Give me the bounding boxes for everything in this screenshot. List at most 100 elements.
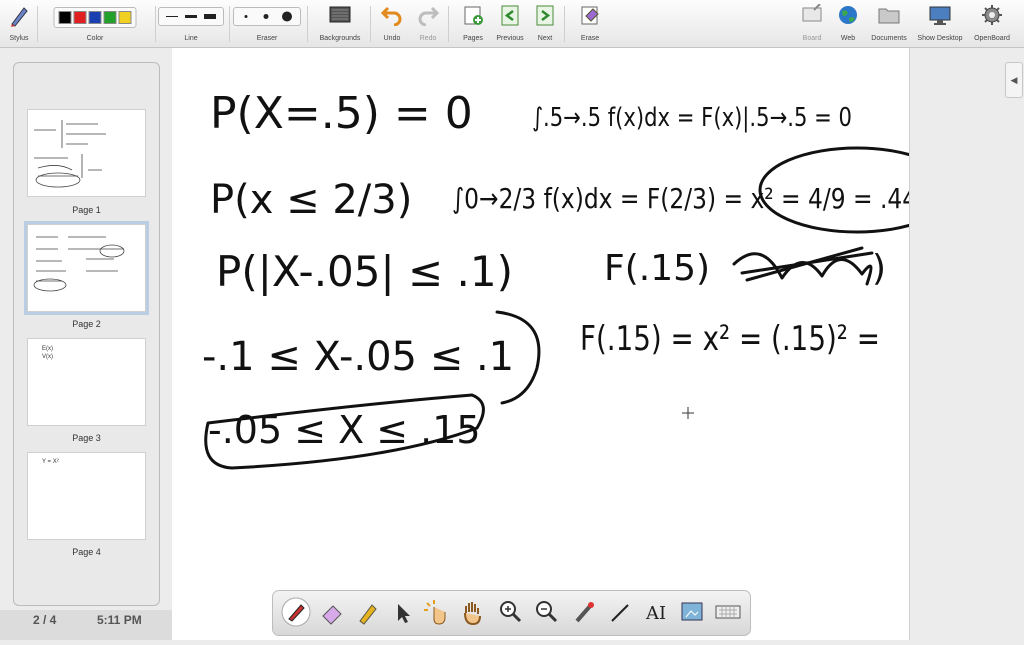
next-label: Next: [537, 35, 553, 42]
toolbar-divider: [155, 6, 156, 42]
clock-time: 5:11 PM: [97, 613, 142, 627]
eraser-label: Eraser: [256, 35, 278, 42]
color-label: Color: [86, 35, 104, 42]
page-3-label: Page 3: [72, 433, 101, 443]
status-bar: 2 / 4 5:11 PM: [0, 610, 172, 640]
whiteboard-canvas[interactable]: P(X=.5) = 0 ∫.5→.5 f(x)dx = F(x)|.5→.5 =…: [172, 48, 956, 640]
previous-page-icon: [501, 5, 519, 26]
desktop-monitor-icon: [929, 6, 951, 25]
toolbar-divider: [564, 6, 565, 42]
redo-button[interactable]: Redo: [412, 0, 444, 47]
line4-left-math: -.1 ≤ X-.05 ≤ .1: [202, 334, 514, 380]
eraser-tool-button[interactable]: [317, 597, 347, 627]
show-desktop-button[interactable]: Show Desktop: [913, 0, 967, 47]
line-width-options[interactable]: [158, 7, 224, 26]
color-swatch-red[interactable]: [73, 11, 87, 24]
redo-icon: [418, 6, 440, 26]
board-mode-button[interactable]: Board: [796, 0, 828, 47]
expand-right-panel-button[interactable]: ◀: [1005, 62, 1023, 98]
eraser-size-picker[interactable]: Eraser: [232, 0, 302, 47]
text-tool-button[interactable]: AI: [641, 597, 671, 627]
page-3-line-1: E(x): [42, 346, 53, 352]
selector-tool-button[interactable]: [387, 597, 417, 627]
line-width-icons: [166, 14, 216, 19]
interact-tool-button[interactable]: [421, 597, 451, 627]
board-icon: [802, 4, 822, 22]
next-page-button[interactable]: Next: [530, 0, 560, 47]
zoom-in-icon: [500, 601, 522, 623]
zoom-out-icon: [536, 601, 558, 623]
previous-page-button[interactable]: Previous: [492, 0, 528, 47]
pen-icon: [281, 597, 311, 627]
page-thumbnail-4[interactable]: Y = X²: [27, 452, 146, 540]
undo-icon: [380, 6, 402, 26]
color-swatch-black[interactable]: [58, 11, 72, 24]
highlighter-tool-button[interactable]: [353, 597, 383, 627]
selector-icon: [398, 604, 410, 623]
line-tool-button[interactable]: [605, 597, 635, 627]
previous-label: Previous: [496, 35, 524, 42]
page-1-preview: [34, 120, 106, 188]
undo-button[interactable]: Undo: [376, 0, 408, 47]
page-2-label: Page 2: [72, 319, 101, 329]
hand-icon: [464, 602, 481, 626]
stylus-button[interactable]: Stylus: [2, 0, 36, 47]
line5-left-math: -.05 ≤ X ≤ .15: [208, 408, 481, 452]
toolbar-divider: [307, 6, 308, 42]
erase-icon: [581, 6, 599, 25]
erase-label: Erase: [580, 35, 600, 42]
page-thumbnail-3[interactable]: E(x) V(x): [27, 338, 146, 426]
interact-icon: [424, 600, 446, 625]
color-swatch-green[interactable]: [103, 11, 117, 24]
stylus-label: Stylus: [9, 35, 29, 42]
color-swatch-blue[interactable]: [88, 11, 102, 24]
line3-left-math: P(|X-.05| ≤ .1): [216, 247, 513, 296]
eraser-icon: [322, 605, 342, 625]
line4-right-math: F(.15) = x² = (.15)² =: [580, 319, 880, 359]
line3-right-math: F(.15): [604, 248, 710, 289]
main-toolbar: Stylus Color Line Eraser Backgrounds Und…: [0, 0, 1024, 48]
add-page-icon: [464, 6, 483, 25]
scribbled-out-ink: ): [732, 246, 886, 289]
color-picker[interactable]: Color: [40, 0, 150, 47]
eraser-size-options[interactable]: [233, 7, 301, 26]
color-swatch-yellow[interactable]: [118, 11, 132, 24]
color-palette[interactable]: [53, 7, 137, 28]
backgrounds-label: Backgrounds: [319, 35, 361, 42]
pages-button[interactable]: Pages: [456, 0, 490, 47]
line-width-picker[interactable]: Line: [158, 0, 224, 47]
toolbar-divider: [448, 6, 449, 42]
capture-tool-button[interactable]: [677, 597, 707, 627]
backgrounds-button[interactable]: Backgrounds: [312, 0, 368, 47]
page-thumbnail-1[interactable]: [27, 109, 146, 197]
laser-icon: [575, 602, 594, 623]
page-4-label: Page 4: [72, 547, 101, 557]
zoom-in-button[interactable]: [495, 597, 525, 627]
openboard-menu-button[interactable]: OpenBoard: [968, 0, 1016, 47]
highlighter-icon: [359, 604, 377, 625]
handwritten-notes: P(X=.5) = 0 ∫.5→.5 f(x)dx = F(x)|.5→.5 =…: [202, 88, 956, 470]
zoom-out-button[interactable]: [531, 597, 561, 627]
documents-button[interactable]: Documents: [866, 0, 912, 47]
page-3-line-2: V(x): [42, 354, 53, 360]
gear-icon: [982, 5, 1002, 25]
backgrounds-icon: [329, 6, 351, 23]
hand-tool-button[interactable]: [457, 597, 487, 627]
web-label: Web: [840, 35, 856, 42]
page-thumbnails-panel: Page 1 Page 2 E(x) V(x) Page 3 Y = X² Pa…: [13, 62, 160, 606]
virtual-keyboard-button[interactable]: [713, 597, 743, 627]
page-thumbnail-2[interactable]: [24, 221, 149, 315]
toolbar-divider: [229, 6, 230, 42]
documents-label: Documents: [871, 35, 907, 42]
line2-right-math: ∫0→2/3 f(x)dx = F(2/3) = x² = 4/9 = .444: [452, 182, 909, 215]
erase-page-button[interactable]: Erase: [574, 0, 606, 47]
pen-tool-button[interactable]: [281, 597, 311, 627]
openboard-label: OpenBoard: [974, 35, 1010, 42]
web-globe-icon: [839, 6, 857, 24]
page-2-preview: [33, 236, 125, 292]
pages-label: Pages: [463, 35, 483, 42]
web-button[interactable]: Web: [832, 0, 864, 47]
laser-pointer-button[interactable]: [569, 597, 599, 627]
board-label: Board: [802, 35, 822, 42]
stylus-icon: [11, 7, 28, 27]
